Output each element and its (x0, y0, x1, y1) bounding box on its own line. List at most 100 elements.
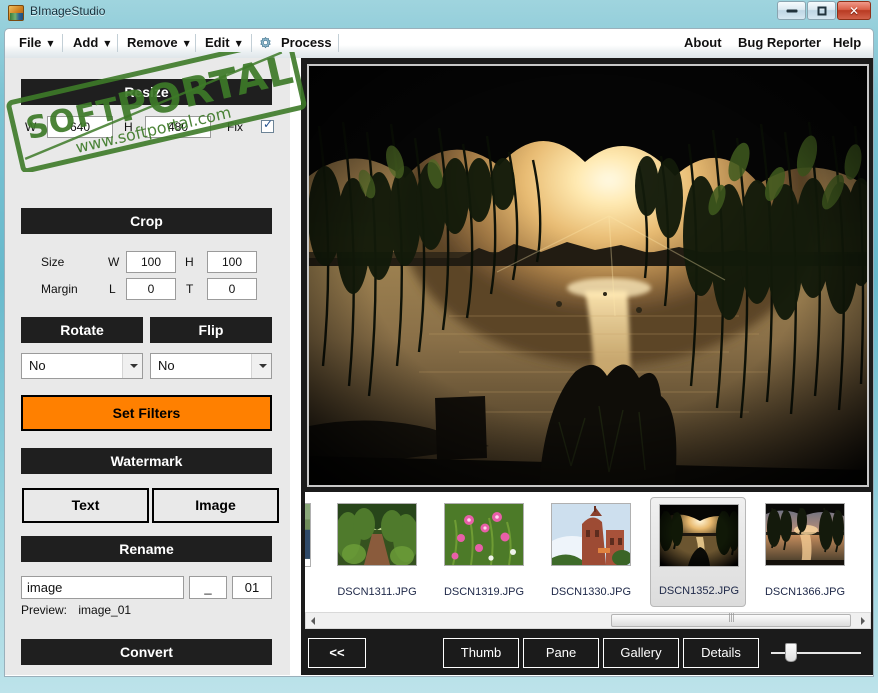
crop-size-width-input[interactable]: 100 (126, 251, 176, 273)
crop-size-h-label: H (185, 255, 194, 269)
menu-help-label: Help (833, 35, 862, 50)
thumbnail-partial[interactable] (305, 503, 311, 567)
scrollbar-thumb[interactable] (611, 614, 851, 627)
menu-add-label: Add (73, 35, 99, 50)
view-details-button[interactable]: Details (683, 638, 759, 668)
chevron-down-icon (122, 354, 142, 378)
section-header-convert[interactable]: Convert (21, 639, 272, 665)
chevron-down-icon: ▼ (183, 38, 190, 48)
settings-sidebar: Resize W 640 H 480 Fix ✓ Crop Size W 100… (5, 58, 290, 675)
menu-divider (251, 34, 252, 52)
menu-divider (195, 34, 196, 52)
forest-path-art (338, 504, 416, 565)
application-window: BImageStudio ✕ File ▼ Add ▼ Remove ▼ Edit ▼ … (0, 0, 878, 693)
thumbnail-item-3[interactable]: DSCN1352.JPG (650, 497, 746, 607)
section-header-watermark[interactable]: Watermark (21, 448, 272, 474)
resize-h-label: H (124, 120, 133, 134)
menu-divider (62, 34, 63, 52)
watermark-text-button[interactable]: Text (22, 488, 149, 523)
menu-about[interactable]: About (684, 29, 722, 57)
rename-base-input[interactable]: image (21, 576, 184, 599)
flip-select-value: No (158, 358, 175, 373)
thumbnail-partial-image (305, 504, 310, 559)
maximize-button[interactable] (807, 1, 836, 20)
rename-preview-row: Preview: image_01 (21, 603, 131, 617)
brick-building-art (552, 504, 630, 565)
set-filters-button[interactable]: Set Filters (21, 395, 272, 431)
flip-button[interactable]: Flip (150, 317, 272, 343)
minimize-icon (786, 9, 797, 12)
thumbnail-item-2[interactable]: DSCN1330.JPG (543, 497, 639, 607)
section-header-crop[interactable]: Crop (21, 208, 272, 234)
menu-add[interactable]: Add ▼ (69, 29, 114, 57)
view-thumb-button[interactable]: Thumb (443, 638, 519, 668)
menu-process[interactable]: Process (277, 29, 336, 57)
thumbnail-strip[interactable]: DSCN1311.JPG DSCN1319.JPG DSCN1330.JPG D… (305, 492, 871, 613)
thumbnail-image-pink-flowers (444, 503, 524, 566)
preview-panel: DSCN1311.JPG DSCN1319.JPG DSCN1330.JPG D… (301, 58, 873, 675)
main-image-preview[interactable] (307, 64, 869, 487)
rotate-button[interactable]: Rotate (21, 317, 143, 343)
menu-divider (338, 34, 339, 52)
zoom-slider-thumb[interactable] (785, 643, 797, 662)
menu-remove[interactable]: Remove ▼ (123, 29, 194, 57)
menu-divider (117, 34, 118, 52)
resize-height-input[interactable]: 480 (145, 116, 211, 138)
check-icon: ✓ (263, 117, 274, 131)
menu-remove-label: Remove (127, 35, 178, 50)
resize-width-input[interactable]: 640 (47, 116, 113, 138)
scroll-right-arrow-icon[interactable] (855, 613, 870, 628)
resize-fix-checkbox[interactable]: ✓ (261, 117, 274, 133)
menu-edit[interactable]: Edit ▼ (201, 29, 246, 57)
chevron-down-icon: ▼ (104, 38, 111, 48)
menu-about-label: About (684, 35, 722, 50)
rename-number-input[interactable]: 01 (232, 576, 272, 599)
thumbnail-scrollbar[interactable] (305, 612, 871, 629)
thumbnail-item-4[interactable]: DSCN1366.JPG (757, 497, 853, 607)
crop-margin-top-input[interactable]: 0 (207, 278, 257, 300)
client-area: Resize W 640 H 480 Fix ✓ Crop Size W 100… (4, 58, 874, 677)
section-header-resize[interactable]: Resize (21, 79, 272, 105)
crop-margin-t-label: T (186, 282, 194, 296)
menu-file[interactable]: File ▼ (15, 29, 58, 57)
title-bar: BImageStudio ✕ (0, 0, 878, 26)
flip-select[interactable]: No (150, 353, 272, 379)
section-header-rename[interactable]: Rename (21, 536, 272, 562)
close-icon: ✕ (848, 3, 860, 18)
chevron-down-icon (251, 354, 271, 378)
thumbnail-caption-4: DSCN1366.JPG (764, 586, 846, 598)
chevron-down-icon: ▼ (47, 38, 54, 48)
crop-margin-left-input[interactable]: 0 (126, 278, 176, 300)
preview-image-sunset-willow (309, 66, 867, 485)
resize-w-label: W (25, 120, 37, 134)
menu-help[interactable]: Help (833, 29, 861, 57)
menu-bug-reporter[interactable]: Bug Reporter (738, 29, 821, 57)
close-button[interactable]: ✕ (837, 1, 871, 20)
view-pane-button[interactable]: Pane (523, 638, 599, 668)
scroll-left-arrow-icon[interactable] (306, 613, 321, 628)
rotate-select[interactable]: No (21, 353, 143, 379)
rotate-select-value: No (29, 358, 46, 373)
view-gallery-button[interactable]: Gallery (603, 638, 679, 668)
menu-file-label: File (19, 35, 42, 50)
thumbnail-item-1[interactable]: DSCN1319.JPG (436, 497, 532, 607)
minimize-button[interactable] (777, 1, 806, 20)
thumbnail-item-0[interactable]: DSCN1311.JPG (329, 497, 425, 607)
sunset-willow-art (660, 505, 738, 566)
collapse-button[interactable]: << (308, 638, 366, 668)
rename-preview-label: Preview: (21, 603, 68, 617)
rename-separator-input[interactable]: _ (189, 576, 227, 599)
thumbnail-image-brick-building (551, 503, 631, 566)
sunset-lake-art (766, 504, 844, 565)
window-title: BImageStudio (30, 4, 106, 18)
menu-process-label: Process (281, 35, 332, 50)
bottom-toolbar: << Thumb Pane Gallery Details (301, 630, 873, 675)
menu-edit-label: Edit (205, 35, 230, 50)
maximize-icon (817, 6, 826, 15)
crop-margin-label: Margin (41, 282, 78, 296)
pink-flowers-art (445, 504, 523, 565)
watermark-image-button[interactable]: Image (152, 488, 279, 523)
crop-size-height-input[interactable]: 100 (207, 251, 257, 273)
thumbnail-caption-3: DSCN1352.JPG (658, 585, 740, 597)
chevron-down-icon: ▼ (235, 38, 242, 48)
